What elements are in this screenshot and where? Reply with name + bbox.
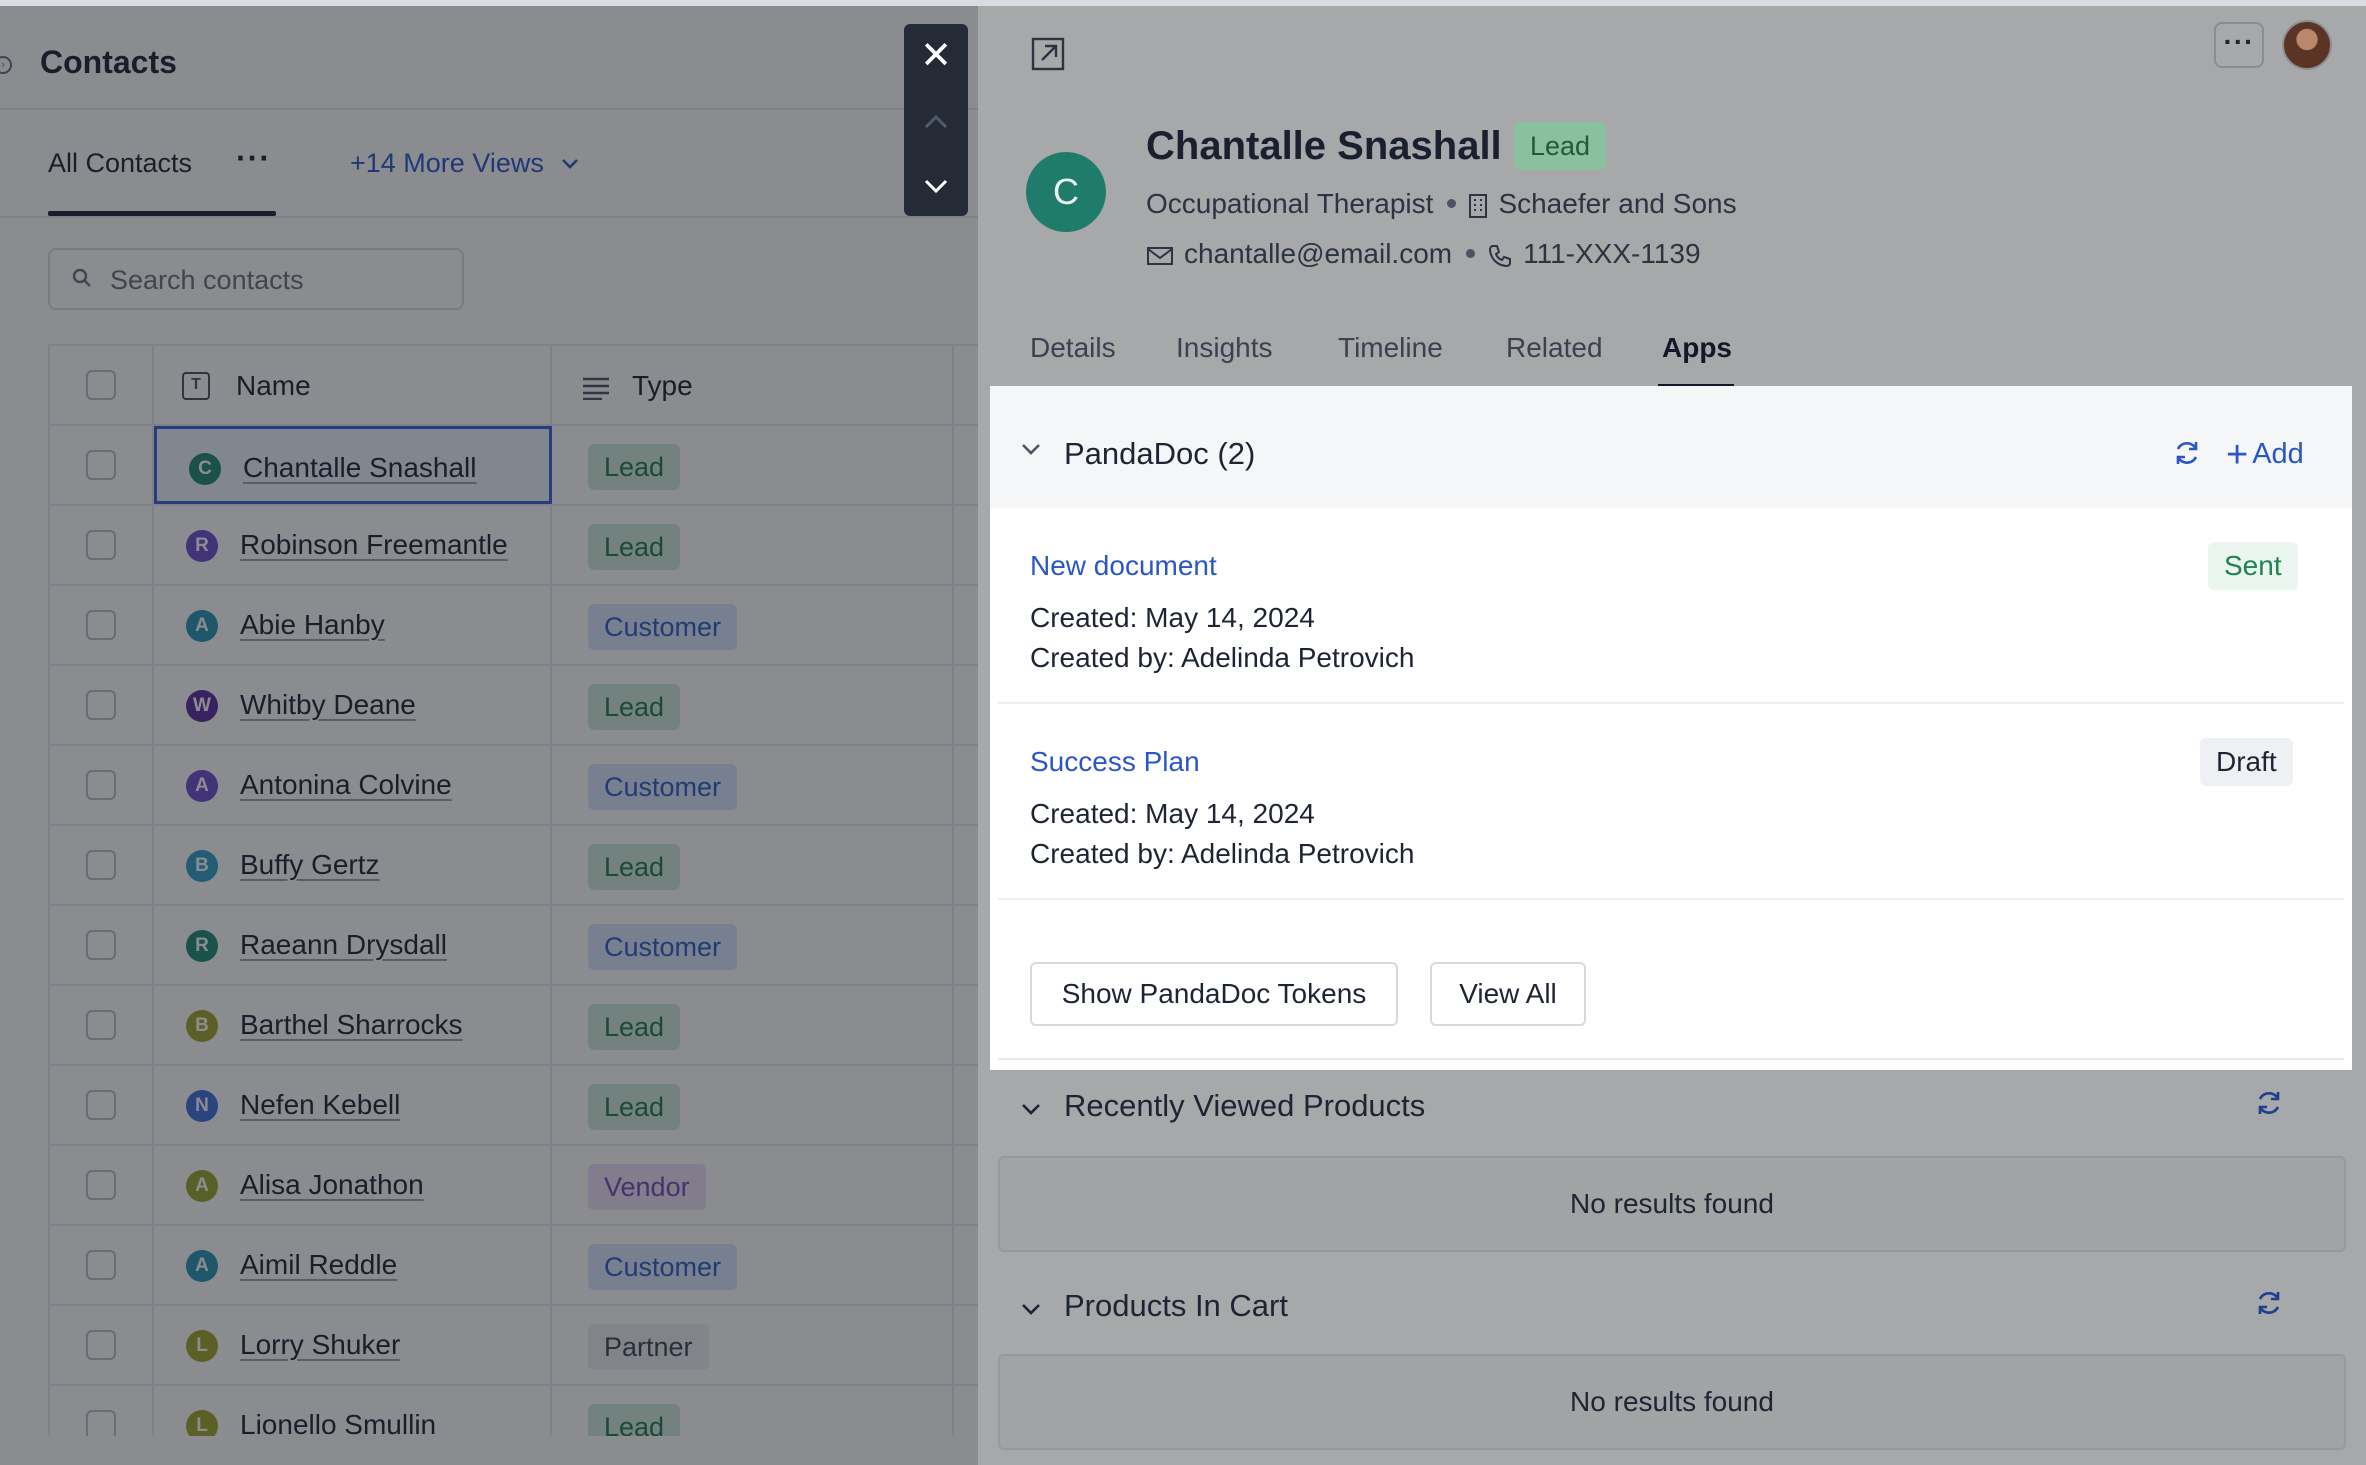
record-navigation: ✕ bbox=[904, 24, 968, 216]
add-document-button[interactable]: + Add bbox=[2226, 434, 2304, 477]
show-pandadoc-tokens-button[interactable]: Show PandaDoc Tokens bbox=[1030, 962, 1398, 1026]
detail-tabs: Details Insights Timeline Related Apps bbox=[978, 318, 2366, 390]
tab-related[interactable]: Related bbox=[1506, 332, 1603, 364]
contact-detail-panel: ··· C Chantalle Snashall Lead Occupation… bbox=[978, 0, 2366, 1465]
document-item: Success Plan Created: May 14, 2024 Creat… bbox=[998, 704, 2344, 900]
document-created-date: Created: May 14, 2024 bbox=[1030, 798, 1315, 829]
document-title-link[interactable]: Success Plan bbox=[1030, 746, 1200, 778]
empty-message: No results found bbox=[1570, 1386, 1774, 1417]
refresh-icon[interactable] bbox=[2254, 1288, 2284, 1318]
contact-name: Chantalle Snashall bbox=[1146, 124, 1502, 168]
document-created-by: Created by: Adelinda Petrovich bbox=[1030, 642, 1415, 673]
tab-details[interactable]: Details bbox=[1030, 332, 1116, 364]
refresh-icon[interactable] bbox=[2172, 438, 2202, 468]
phone-link[interactable]: 111-XXX-1139 bbox=[1523, 238, 1700, 269]
chevron-down-icon[interactable] bbox=[1020, 442, 1042, 456]
add-label: Add bbox=[2252, 438, 2304, 471]
more-actions-button[interactable]: ··· bbox=[2214, 22, 2264, 68]
plus-icon: + bbox=[2226, 434, 2249, 476]
document-status-badge: Sent bbox=[2208, 542, 2298, 590]
contact-type-badge: Lead bbox=[1514, 122, 1607, 170]
document-status-badge: Draft bbox=[2200, 738, 2293, 786]
recently-viewed-title: Recently Viewed Products bbox=[1064, 1088, 1426, 1123]
close-icon[interactable]: ✕ bbox=[904, 24, 968, 88]
contact-email-phone: chantalle@email.com 111-XXX-1139 bbox=[1146, 238, 1701, 270]
chevron-down-icon[interactable] bbox=[1020, 1102, 1042, 1116]
pandadoc-document-list: New document Created: May 14, 2024 Creat… bbox=[998, 508, 2344, 1060]
recently-viewed-empty-state: No results found bbox=[998, 1156, 2346, 1252]
tab-apps[interactable]: Apps bbox=[1662, 332, 1732, 364]
mail-icon bbox=[1147, 246, 1173, 265]
empty-message: No results found bbox=[1570, 1188, 1774, 1219]
pandadoc-actions: Show PandaDoc Tokens View All bbox=[998, 900, 2344, 1060]
company-link[interactable]: Schaefer and Sons bbox=[1498, 188, 1736, 219]
pandadoc-header[interactable]: PandaDoc (2) + Add bbox=[990, 386, 2352, 508]
job-title: Occupational Therapist bbox=[1146, 188, 1434, 219]
separator-dot bbox=[1447, 198, 1457, 208]
view-all-button[interactable]: View All bbox=[1430, 962, 1586, 1026]
document-title-link[interactable]: New document bbox=[1030, 550, 1217, 582]
pandadoc-section: PandaDoc (2) + Add New document Created: … bbox=[990, 386, 2352, 1070]
contact-avatar: C bbox=[1026, 152, 1106, 232]
modal-backdrop[interactable] bbox=[0, 6, 978, 1465]
chevron-up-icon[interactable] bbox=[904, 88, 968, 152]
open-full-page-icon[interactable] bbox=[1030, 36, 1066, 72]
products-in-cart-empty-state: No results found bbox=[998, 1354, 2346, 1450]
refresh-icon[interactable] bbox=[2254, 1088, 2284, 1118]
chevron-down-icon[interactable] bbox=[1020, 1302, 1042, 1316]
tab-insights[interactable]: Insights bbox=[1176, 332, 1273, 364]
email-link[interactable]: chantalle@email.com bbox=[1184, 238, 1452, 269]
pandadoc-title: PandaDoc (2) bbox=[1064, 436, 1256, 471]
document-item: New document Created: May 14, 2024 Creat… bbox=[998, 508, 2344, 704]
user-avatar[interactable] bbox=[2282, 20, 2332, 70]
contact-job-company: Occupational Therapist Schaefer and Sons bbox=[1146, 188, 1737, 220]
contacts-list-panel: › Contacts All Contacts ··· +14 More Vie… bbox=[0, 0, 978, 1465]
building-icon bbox=[1469, 193, 1488, 218]
chevron-down-icon[interactable] bbox=[904, 152, 968, 216]
products-in-cart-header[interactable]: Products In Cart bbox=[990, 1276, 2352, 1336]
document-created-date: Created: May 14, 2024 bbox=[1030, 602, 1315, 633]
phone-icon bbox=[1489, 244, 1512, 267]
recently-viewed-header[interactable]: Recently Viewed Products bbox=[990, 1076, 2352, 1136]
tab-timeline[interactable]: Timeline bbox=[1338, 332, 1443, 364]
document-created-by: Created by: Adelinda Petrovich bbox=[1030, 838, 1415, 869]
products-in-cart-title: Products In Cart bbox=[1064, 1288, 1288, 1323]
separator-dot bbox=[1466, 248, 1476, 258]
